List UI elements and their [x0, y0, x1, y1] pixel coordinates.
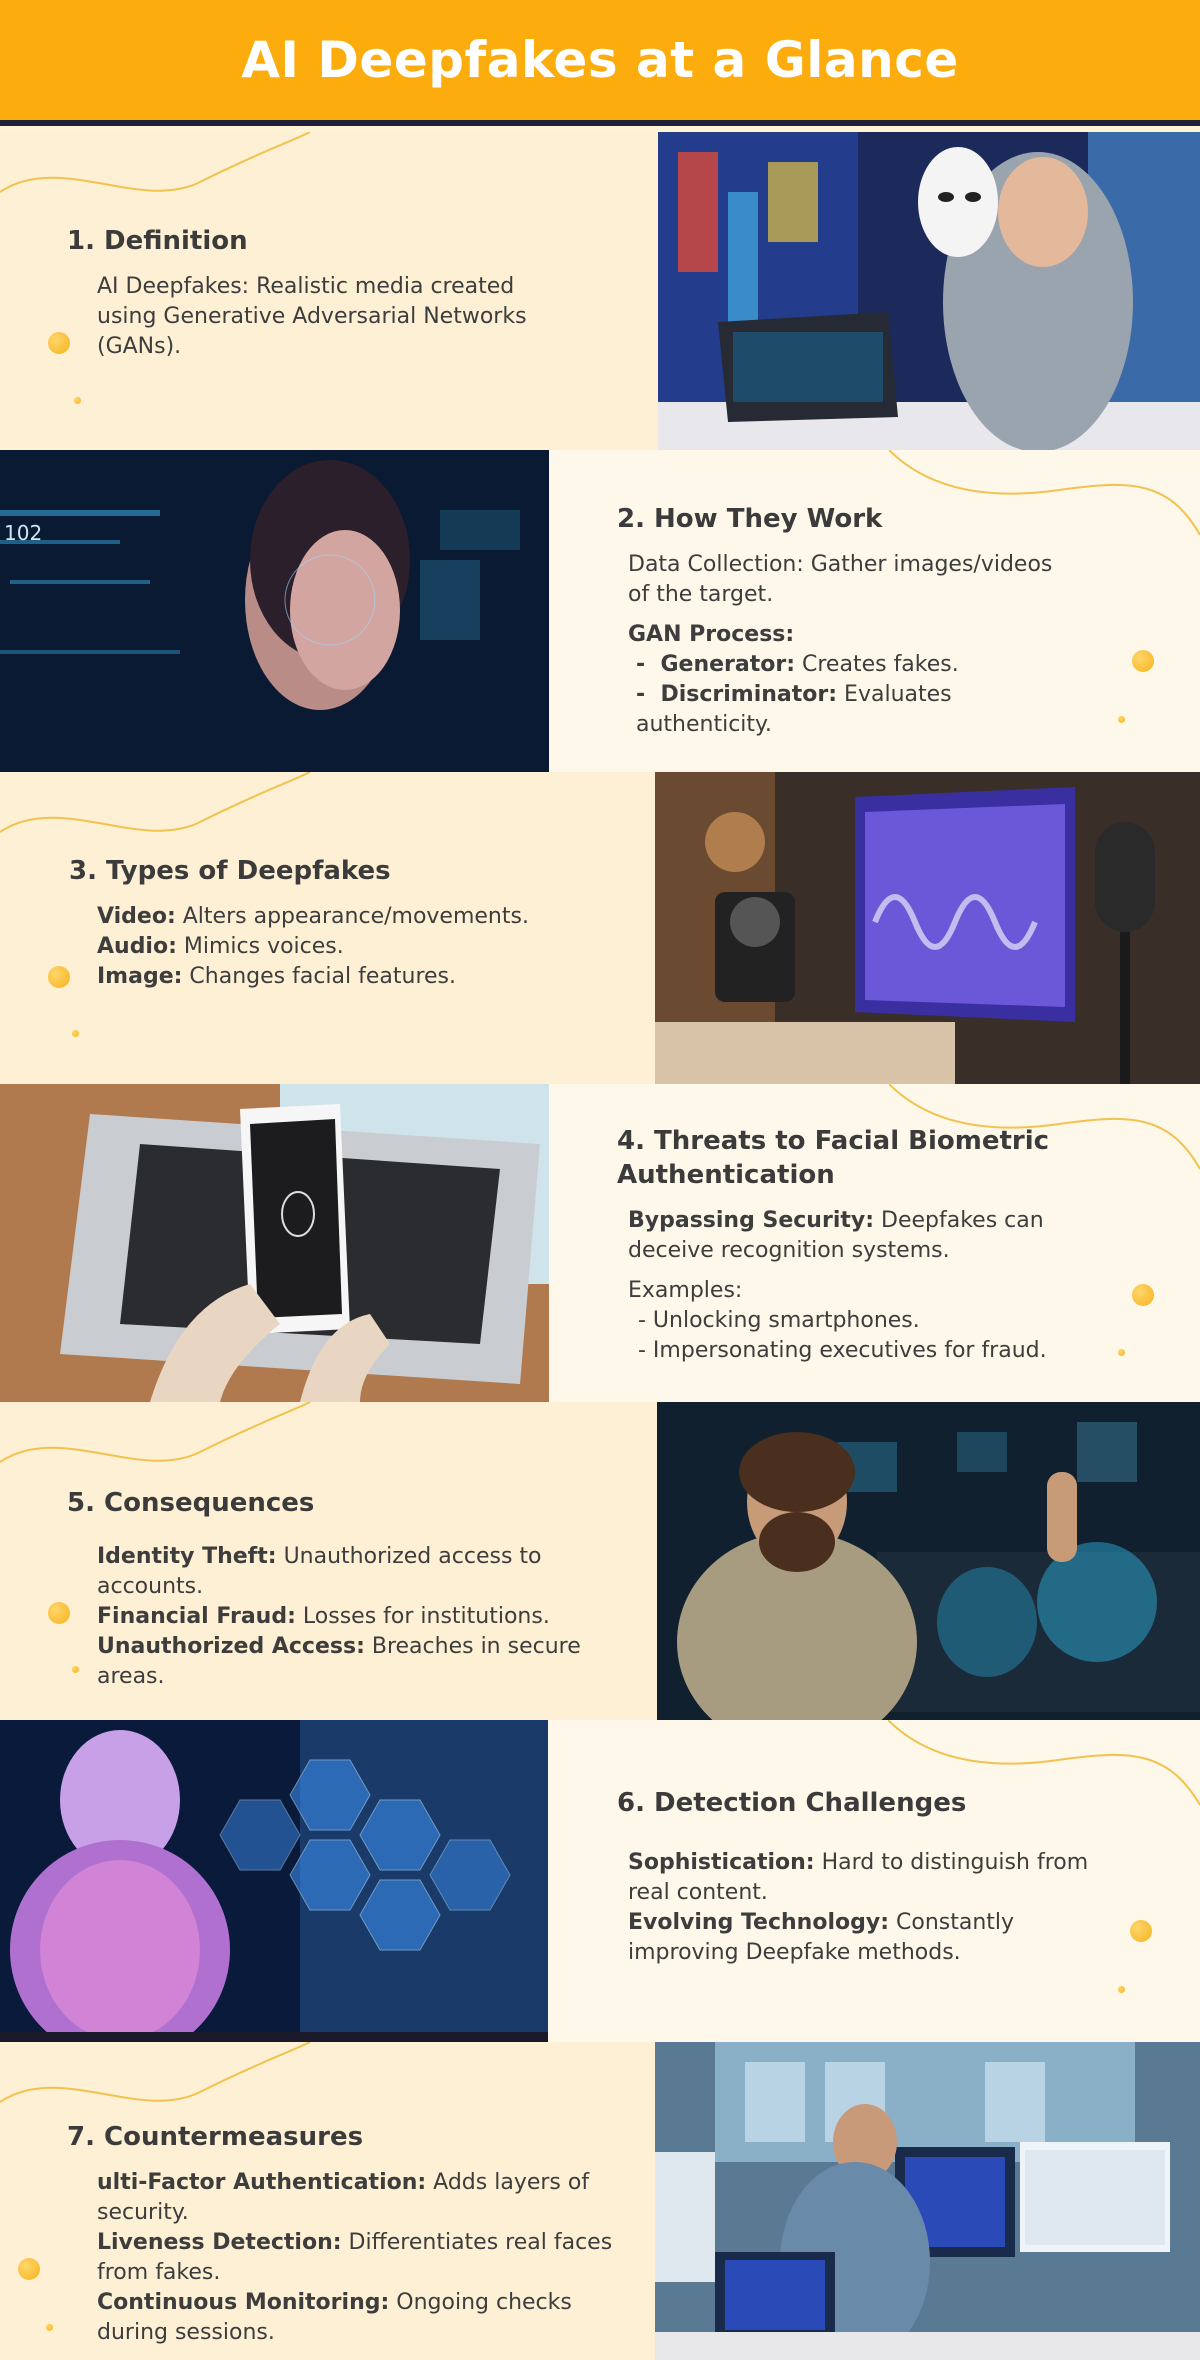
decorative-wave [0, 132, 311, 193]
countermeasure-item: ulti-Factor Authentication: Adds layers … [97, 2170, 590, 2225]
section-title: 6. Detection Challenges [617, 1788, 967, 1818]
section-title: 2. How They Work [617, 504, 883, 534]
data-collection-text: Data Collection: Gather images/videos of… [628, 552, 1053, 607]
section-how-they-work: 102 2. How They Work Data Collection: Ga… [0, 450, 1200, 772]
accent-dot [46, 2324, 53, 2331]
example-item: - Impersonating executives for fraud. [638, 1338, 1047, 1363]
how-they-work-text-panel: 2. How They Work Data Collection: Gather… [549, 450, 1200, 772]
type-item-audio: Audio: Mimics voices. [97, 934, 344, 959]
types-text-panel: 3. Types of Deepfakes Video: Alters appe… [0, 772, 655, 1084]
definition-body: AI Deepfakes: Realistic media created us… [97, 274, 527, 359]
section-types: 3. Types of Deepfakes Video: Alters appe… [0, 772, 1200, 1084]
hud-face-photo: 102 [0, 450, 549, 772]
accent-dot [1132, 650, 1154, 672]
detection-text-panel: 6. Detection Challenges Sophistication: … [548, 1720, 1200, 2042]
accent-dot [1118, 1349, 1125, 1356]
consequences-body: Identity Theft: Unauthorized access to a… [97, 1542, 637, 1692]
consequences-text-panel: 5. Consequences Identity Theft: Unauthor… [0, 1402, 657, 1720]
header-bar: AI Deepfakes at a Glance [0, 0, 1200, 126]
section-detection: 6. Detection Challenges Sophistication: … [0, 1720, 1200, 2042]
fingerprint-phone-photo [0, 1084, 549, 1402]
microphone-photo [655, 772, 1200, 1084]
robot-hexagon-photo [0, 1720, 548, 2042]
how-they-work-body: Data Collection: Gather images/videos of… [628, 550, 1078, 740]
section-title: 3. Types of Deepfakes [69, 856, 391, 886]
countermeasure-item: Continuous Monitoring: Ongoing checks du… [97, 2290, 572, 2345]
bypassing-security-text: Bypassing Security: Deepfakes can deceiv… [628, 1208, 1044, 1263]
decorative-wave [0, 2042, 311, 2103]
section-threats: 4. Threats to Facial Biometric Authentic… [0, 1084, 1200, 1402]
analyst-monitors-photo [655, 2042, 1200, 2360]
consequence-item: Unauthorized Access: Breaches in secure … [97, 1634, 581, 1689]
section-title: 4. Threats to Facial Biometric Authentic… [617, 1126, 1050, 1190]
accent-dot [72, 1030, 79, 1037]
accent-dot [1118, 716, 1125, 723]
accent-dot [72, 1666, 79, 1673]
section-title: 7. Countermeasures [67, 2122, 364, 2152]
threats-text-panel: 4. Threats to Facial Biometric Authentic… [549, 1084, 1200, 1402]
section-title: 1. Definition [67, 226, 248, 256]
examples-label: Examples: [628, 1278, 743, 1303]
discriminator-item: - Discriminator: Evaluates authenticity. [636, 682, 952, 737]
challenge-item: Evolving Technology: Constantly improvin… [628, 1910, 1015, 1965]
accent-dot [1130, 1920, 1152, 1942]
countermeasures-body: ulti-Factor Authentication: Adds layers … [97, 2168, 637, 2348]
threats-body: Bypassing Security: Deepfakes can deceiv… [628, 1206, 1098, 1366]
accent-dot [74, 397, 81, 404]
mask-photo [658, 132, 1200, 450]
accent-dot [48, 1602, 70, 1624]
example-item: - Unlocking smartphones. [638, 1308, 920, 1333]
generator-item: - Generator: Creates fakes. [636, 652, 959, 677]
decorative-wave [0, 772, 311, 833]
decorative-wave [0, 1402, 311, 1463]
types-body: Video: Alters appearance/movements. Audi… [97, 902, 617, 992]
accent-dot [18, 2258, 40, 2280]
consequence-item: Identity Theft: Unauthorized access to a… [97, 1544, 542, 1599]
svg-text:102: 102 [4, 521, 42, 545]
page-title: AI Deepfakes at a Glance [241, 31, 959, 89]
accent-dot [48, 966, 70, 988]
definition-text-panel: 1. Definition AI Deepfakes: Realistic me… [0, 132, 658, 450]
type-item-video: Video: Alters appearance/movements. [97, 904, 529, 929]
countermeasures-text-panel: 7. Countermeasures ulti-Factor Authentic… [0, 2042, 655, 2360]
section-consequences: 5. Consequences Identity Theft: Unauthor… [0, 1402, 1200, 1720]
accent-dot [1118, 1986, 1125, 1993]
hologram-man-photo [657, 1402, 1200, 1720]
gan-process-label: GAN Process: [628, 622, 795, 647]
detection-body: Sophistication: Hard to distinguish from… [628, 1848, 1098, 1968]
accent-dot [1132, 1284, 1154, 1306]
section-title: 5. Consequences [67, 1488, 315, 1518]
countermeasure-item: Liveness Detection: Differentiates real … [97, 2230, 613, 2285]
section-definition: 1. Definition AI Deepfakes: Realistic me… [0, 132, 1200, 450]
challenge-item: Sophistication: Hard to distinguish from… [628, 1850, 1089, 1905]
accent-dot [48, 332, 70, 354]
section-countermeasures: 7. Countermeasures ulti-Factor Authentic… [0, 2042, 1200, 2360]
consequence-item: Financial Fraud: Losses for institutions… [97, 1604, 550, 1629]
type-item-image: Image: Changes facial features. [97, 964, 457, 989]
